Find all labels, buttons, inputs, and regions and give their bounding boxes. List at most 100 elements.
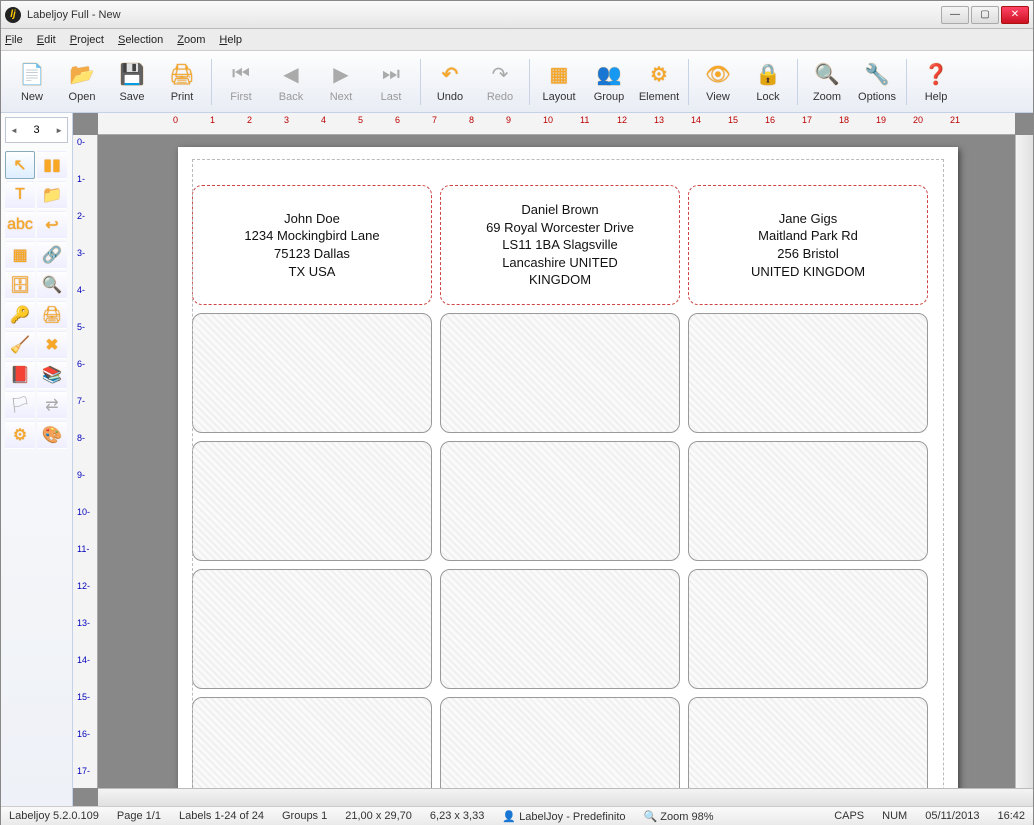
window-title: Labeljoy Full - New <box>27 9 941 21</box>
menu-file[interactable]: File <box>5 34 23 46</box>
workarea: ◄ 3 ► ↖ ▮▮ T 📁 abc ↩ ▦ 🔗 🗄 🔍 🔑 🖨 🧹 ✖ 📕 📚… <box>1 113 1033 806</box>
help-label: Help <box>925 91 948 103</box>
books-tool[interactable]: 📚 <box>37 361 67 389</box>
save-icon: 💾 <box>118 61 146 89</box>
open-icon: 📂 <box>68 61 96 89</box>
canvas[interactable]: 0123456789101112131415161718192021 0-1-2… <box>73 113 1033 806</box>
save-button[interactable]: 💾 Save <box>107 54 157 110</box>
barcode-tool[interactable]: ▮▮ <box>37 151 67 179</box>
maximize-button[interactable]: ▢ <box>971 6 999 24</box>
palette-tool[interactable]: 🎨 <box>37 421 67 449</box>
view-label: View <box>706 91 730 103</box>
menu-project[interactable]: Project <box>70 34 104 46</box>
minimize-button[interactable]: — <box>941 6 969 24</box>
group-icon: 👥 <box>595 61 623 89</box>
barcode-icon: ▮▮ <box>43 155 61 175</box>
statusbar: Labeljoy 5.2.0.109 Page 1/1 Labels 1-24 … <box>1 806 1033 825</box>
label-cell[interactable] <box>688 441 928 561</box>
menu-edit[interactable]: Edit <box>37 34 56 46</box>
link-icon: 🔗 <box>42 245 62 265</box>
help-button[interactable]: ❓ Help <box>911 54 961 110</box>
label-cell[interactable] <box>440 441 680 561</box>
horizontal-scrollbar[interactable] <box>98 788 1033 806</box>
link-tool[interactable]: 🔗 <box>37 241 67 269</box>
page-selector[interactable]: ◄ 3 ► <box>5 117 68 143</box>
flag-icon: 🏳 <box>10 395 30 415</box>
label-cell[interactable] <box>192 313 432 433</box>
close-button[interactable]: ✕ <box>1001 6 1029 24</box>
label-cell[interactable]: Daniel Brown 69 Royal Worcester Drive LS… <box>440 185 680 305</box>
lock-button[interactable]: 🔒Lock <box>743 54 793 110</box>
element-button[interactable]: ⚙Element <box>634 54 684 110</box>
db-tool[interactable]: 🗄 <box>5 271 35 299</box>
abc-tool[interactable]: abc <box>5 211 35 239</box>
menu-help[interactable]: Help <box>219 34 242 46</box>
menu-zoom[interactable]: Zoom <box>177 34 205 46</box>
print-button[interactable]: 🖨 Print <box>157 54 207 110</box>
titlebar: lj Labeljoy Full - New — ▢ ✕ <box>1 1 1033 29</box>
search-tool[interactable]: 🔍 <box>37 271 67 299</box>
pointer-tool[interactable]: ↖ <box>5 151 35 179</box>
erase-tool[interactable]: 🧹 <box>5 331 35 359</box>
folder-icon: 📁 <box>42 185 62 205</box>
zoom-label: Zoom <box>813 91 841 103</box>
book-tool[interactable]: 📕 <box>5 361 35 389</box>
redo-button[interactable]: ↷Redo <box>475 54 525 110</box>
move-tool[interactable]: ⇄ <box>37 391 67 419</box>
key-tool[interactable]: 🔑 <box>5 301 35 329</box>
label-cell[interactable]: John Doe 1234 Mockingbird Lane 75123 Dal… <box>192 185 432 305</box>
element-label: Element <box>639 91 679 103</box>
print-tool[interactable]: 🖨 <box>37 301 67 329</box>
group-label: Group <box>594 91 625 103</box>
next-icon: ▶ <box>327 61 355 89</box>
layout-icon: ▦ <box>545 61 573 89</box>
first-icon: ⏮ <box>227 61 255 89</box>
first-button[interactable]: ⏮First <box>216 54 266 110</box>
label-cell[interactable] <box>688 569 928 689</box>
layout-button[interactable]: ▦Layout <box>534 54 584 110</box>
undo-button[interactable]: ↶Undo <box>425 54 475 110</box>
help-icon: ❓ <box>922 61 950 89</box>
zoom-button[interactable]: 🔍Zoom <box>802 54 852 110</box>
back-button[interactable]: ◀Back <box>266 54 316 110</box>
palette-icon: 🎨 <box>42 425 62 445</box>
tool-palette: ↖ ▮▮ T 📁 abc ↩ ▦ 🔗 🗄 🔍 🔑 🖨 🧹 ✖ 📕 📚 🏳 ⇄ ⚙… <box>1 147 72 453</box>
layout-tool[interactable]: ▦ <box>5 241 35 269</box>
group-button[interactable]: 👥 Group <box>584 54 634 110</box>
open-button[interactable]: 📂Open <box>57 54 107 110</box>
page-number: 3 <box>22 124 51 136</box>
folder-tool[interactable]: 📁 <box>37 181 67 209</box>
gear-tool[interactable]: ⚙ <box>5 421 35 449</box>
label-cell[interactable]: Jane Gigs Maitland Park Rd 256 Bristol U… <box>688 185 928 305</box>
last-label: Last <box>381 91 402 103</box>
page-prev-icon[interactable]: ◄ <box>6 126 22 135</box>
toolbar-separator <box>420 59 421 105</box>
delete-tool[interactable]: ✖ <box>37 331 67 359</box>
move-icon: ⇄ <box>45 395 58 415</box>
page-next-icon[interactable]: ► <box>51 126 67 135</box>
options-button[interactable]: 🔧Options <box>852 54 902 110</box>
save-label: Save <box>119 91 144 103</box>
label-cell[interactable] <box>440 313 680 433</box>
print-label: Print <box>171 91 194 103</box>
last-button[interactable]: ⏭Last <box>366 54 416 110</box>
vertical-scrollbar[interactable] <box>1015 135 1033 788</box>
books-icon: 📚 <box>42 365 62 385</box>
label-cell[interactable] <box>192 569 432 689</box>
status-profile: 👤 LabelJoy - Predefinito <box>502 810 625 823</box>
print-icon: 🖨 <box>168 61 196 89</box>
label-cell[interactable] <box>688 313 928 433</box>
view-button[interactable]: 👁View <box>693 54 743 110</box>
menu-selection[interactable]: Selection <box>118 34 163 46</box>
flag-tool[interactable]: 🏳 <box>5 391 35 419</box>
search-icon: 🔍 <box>42 275 62 295</box>
next-button[interactable]: ▶Next <box>316 54 366 110</box>
layout-tool-icon: ▦ <box>12 245 27 265</box>
wrap-tool[interactable]: ↩ <box>37 211 67 239</box>
new-button[interactable]: 📄New <box>7 54 57 110</box>
label-cell[interactable] <box>440 569 680 689</box>
text-tool[interactable]: T <box>5 181 35 209</box>
sidebar: ◄ 3 ► ↖ ▮▮ T 📁 abc ↩ ▦ 🔗 🗄 🔍 🔑 🖨 🧹 ✖ 📕 📚… <box>1 113 73 806</box>
label-cell[interactable] <box>192 441 432 561</box>
status-caps: CAPS <box>834 810 864 822</box>
